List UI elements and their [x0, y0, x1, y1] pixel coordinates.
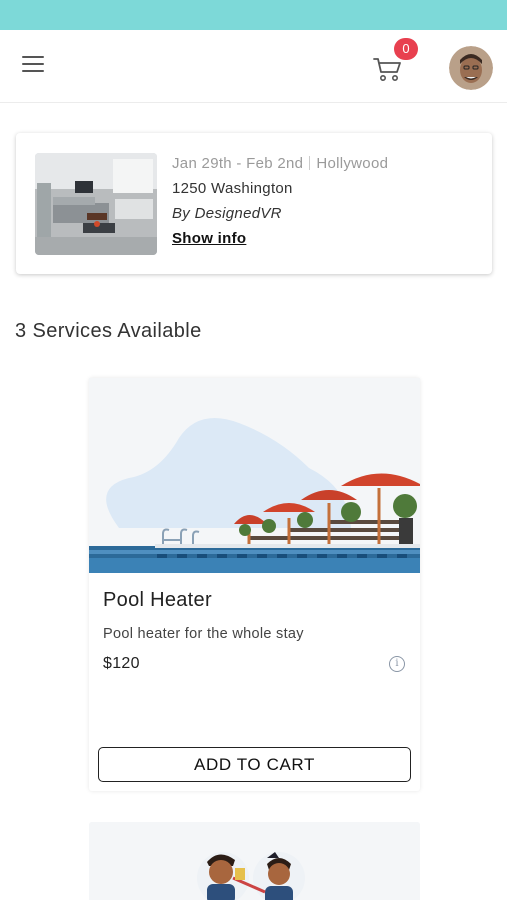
booking-summary-card: Jan 29th - Feb 2nd Hollywood 1250 Washing… — [16, 133, 492, 274]
service-description: Pool heater for the whole stay — [103, 626, 304, 642]
add-to-cart-button[interactable]: ADD TO CART — [98, 747, 411, 782]
service-card: Pool Heater Pool heater for the whole st… — [89, 378, 420, 791]
service-price: $120 — [103, 655, 140, 672]
cart-count-badge: 0 — [394, 38, 418, 60]
divider — [309, 156, 311, 170]
show-info-link[interactable]: Show info — [172, 230, 246, 247]
booking-host: By DesignedVR — [172, 205, 282, 222]
booking-dates-row: Jan 29th - Feb 2nd Hollywood — [172, 155, 482, 172]
info-icon[interactable]: i — [389, 656, 405, 672]
service-card — [89, 822, 420, 900]
hamburger-menu-icon[interactable] — [22, 56, 48, 78]
booking-location: Hollywood — [316, 155, 389, 172]
cleaning-illustration — [89, 822, 420, 900]
top-app-bar: 0 — [0, 30, 507, 103]
booking-dates: Jan 29th - Feb 2nd — [172, 155, 304, 172]
booking-address: 1250 Washington — [172, 180, 293, 197]
pool-illustration — [89, 378, 420, 573]
service-title: Pool Heater — [103, 589, 212, 611]
status-strip — [0, 0, 507, 30]
property-thumbnail[interactable] — [35, 153, 157, 255]
user-avatar[interactable] — [449, 46, 493, 90]
booking-details: Jan 29th - Feb 2nd Hollywood 1250 Washing… — [172, 155, 482, 248]
services-heading: 3 Services Available — [15, 320, 202, 342]
